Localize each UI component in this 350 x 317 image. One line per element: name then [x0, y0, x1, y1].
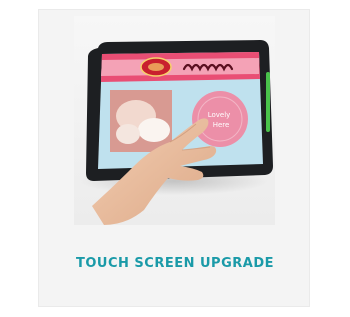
- svg-text:Here: Here: [213, 121, 230, 129]
- card-title[interactable]: TOUCH SCREEN UPGRADE: [39, 256, 311, 271]
- baby-photo: [110, 90, 172, 152]
- touch-screen-tablet-image[interactable]: Lovely Here: [74, 16, 275, 225]
- promo-bubble: [192, 91, 248, 147]
- product-card[interactable]: Lovely Here TOUCH SCREEN UPGRADE: [38, 9, 310, 307]
- bubble-text: Lovely: [208, 111, 231, 119]
